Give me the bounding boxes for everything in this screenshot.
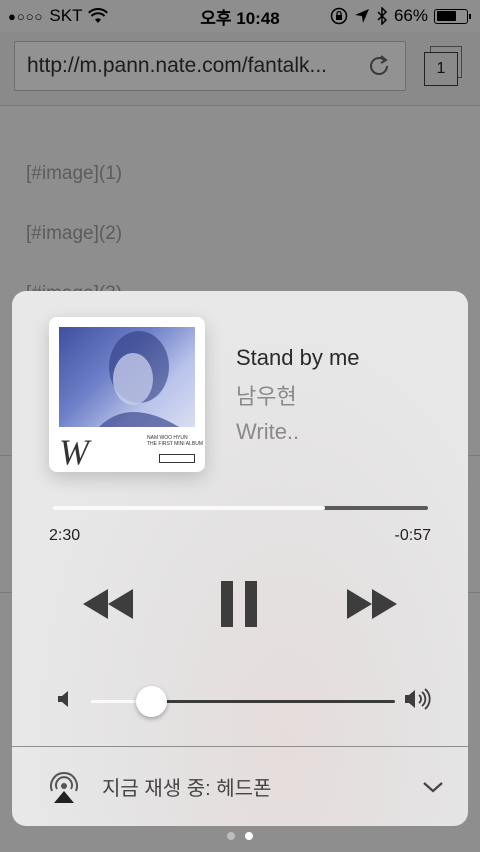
rewind-icon <box>83 589 133 619</box>
tab-switcher-button[interactable]: 1 <box>424 46 466 88</box>
url-text[interactable]: http://m.pann.nate.com/fantalk... <box>27 54 357 78</box>
page-text-line: [#image](1) <box>26 163 123 184</box>
battery-percent: 66% <box>393 6 428 25</box>
carrier-label: SKT <box>49 6 83 25</box>
page-dot-active <box>245 832 253 840</box>
status-left: ●○○○ SKT <box>8 6 109 26</box>
orientation-lock-icon <box>330 7 348 25</box>
remaining-time: -0:57 <box>394 527 431 544</box>
volume-knob[interactable] <box>135 686 167 717</box>
volume-low-icon <box>58 691 68 707</box>
audio-output-selector[interactable]: 지금 재생 중: 헤드폰 <box>12 747 468 826</box>
status-time: 오후 10:48 <box>200 8 280 28</box>
fast-forward-button[interactable] <box>342 582 402 626</box>
pause-icon <box>221 581 257 627</box>
playback-scrubber[interactable] <box>52 506 428 510</box>
track-album: Write.. <box>236 419 300 444</box>
page-text-line: [#image](2) <box>26 223 123 244</box>
page-indicator <box>0 832 480 840</box>
track-title: Stand by me <box>236 345 360 370</box>
playback-progress-fill <box>52 506 325 510</box>
volume-high-icon <box>405 688 431 710</box>
album-stamp <box>159 454 195 463</box>
album-caption: NAM WOO HYUN THE FIRST MINI ALBUM <box>147 435 204 447</box>
rewind-button[interactable] <box>78 582 138 626</box>
album-logo-letter: W <box>59 432 89 472</box>
status-bar: ●○○○ SKT 오후 10:48 66% <box>0 0 480 32</box>
battery-icon <box>434 8 471 24</box>
location-arrow-icon <box>354 9 369 23</box>
browser-toolbar: http://m.pann.nate.com/fantalk... 1 <box>0 32 480 106</box>
status-right: 66% <box>330 6 471 26</box>
track-info: Stand by me 남우현 Write.. <box>236 345 360 445</box>
reload-icon[interactable] <box>365 52 393 80</box>
bluetooth-icon <box>377 7 388 25</box>
pause-button[interactable] <box>216 577 264 631</box>
album-artwork[interactable]: W NAM WOO HYUN THE FIRST MINI ALBUM <box>49 317 205 472</box>
now-playing-card: W NAM WOO HYUN THE FIRST MINI ALBUM Stan… <box>12 291 468 826</box>
album-photo <box>59 327 195 427</box>
fast-forward-icon <box>347 589 397 619</box>
elapsed-time: 2:30 <box>49 527 81 544</box>
page-dot <box>227 832 235 840</box>
chevron-down-icon[interactable] <box>422 780 444 794</box>
artist-portrait <box>99 331 179 427</box>
tab-count-label: 1 <box>424 52 458 86</box>
address-bar[interactable]: http://m.pann.nate.com/fantalk... <box>14 41 406 91</box>
airplay-icon <box>50 771 78 803</box>
signal-strength-icon: ●○○○ <box>8 8 44 24</box>
audio-output-label: 지금 재생 중: 헤드폰 <box>102 778 272 800</box>
track-artist: 남우현 <box>236 384 297 409</box>
wifi-icon <box>88 8 109 23</box>
battery-level <box>436 11 456 21</box>
